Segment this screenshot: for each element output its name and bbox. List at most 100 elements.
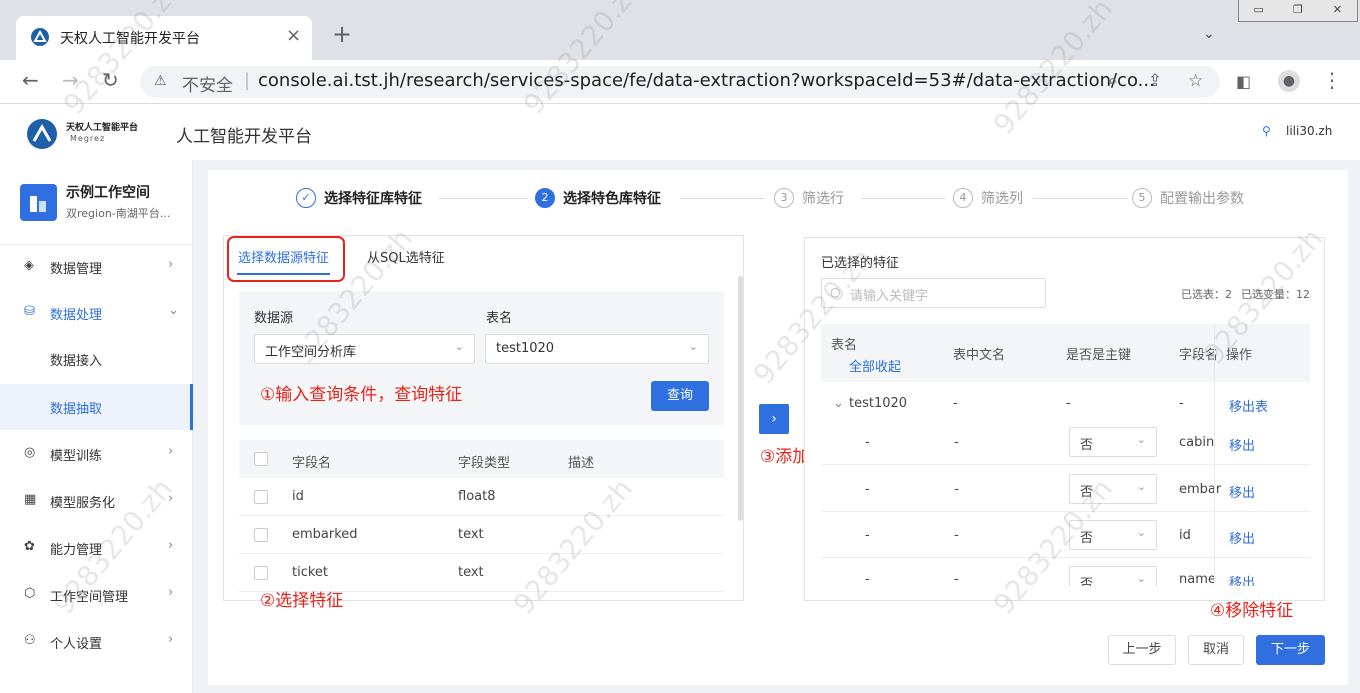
step-label: 选择特色库特征 bbox=[563, 191, 661, 207]
cancel-button[interactable]: 取消 bbox=[1188, 635, 1244, 665]
table-row[interactable]: id float8 bbox=[239, 478, 724, 516]
sidebar-item-data-management[interactable]: ◈ 数据管理 › bbox=[0, 244, 193, 290]
url-omnibox[interactable]: ⚠ 不安全 | console.ai.tst.jh/research/servi… bbox=[140, 66, 1220, 98]
chevron-right-icon: › bbox=[168, 538, 174, 553]
table-pk: - bbox=[1066, 396, 1071, 411]
column-header: 字段名 bbox=[292, 456, 332, 471]
logo-icon bbox=[27, 119, 57, 149]
prev-button[interactable]: 上一步 bbox=[1108, 635, 1176, 665]
datasource-label: 数据源 bbox=[254, 311, 294, 326]
sidebar-item-label: 模型服务化 bbox=[50, 496, 116, 511]
remove-link[interactable]: 移出 bbox=[1229, 528, 1255, 547]
select-all-checkbox[interactable] bbox=[254, 452, 268, 466]
primary-key-select[interactable]: 否 ⌄ bbox=[1069, 566, 1157, 586]
app-header: 天权人工智能平台 Megrez 人工智能开发平台 ⚲ lili30.zh bbox=[0, 104, 1360, 160]
divider: | bbox=[244, 70, 251, 91]
expand-chevron-icon[interactable]: ⌄ bbox=[833, 396, 844, 411]
remove-link[interactable]: 移出 bbox=[1229, 435, 1255, 454]
sidebar-item-data-extraction[interactable]: 数据抽取 bbox=[0, 384, 193, 430]
step-label: 配置输出参数 bbox=[1160, 191, 1244, 207]
tab-search-chevron-icon[interactable]: ⌄ bbox=[1203, 26, 1215, 42]
remove-table-link[interactable]: 移出表 bbox=[1229, 396, 1268, 415]
row-checkbox[interactable] bbox=[254, 566, 268, 580]
sidebar: 示例工作空间 双region-南湖平台... ◈ 数据管理 › ⛁ 数据处理 ⌄… bbox=[0, 160, 193, 693]
sidebar-item-label: 数据接入 bbox=[50, 354, 103, 369]
annotation-select: ②选择特征 bbox=[260, 591, 344, 611]
sidebar-item-workspace-mgmt[interactable]: ⬡ 工作空间管理 › bbox=[0, 572, 193, 618]
reload-icon[interactable]: ↻ bbox=[102, 68, 119, 92]
new-tab-button[interactable]: + bbox=[332, 22, 352, 46]
table-row: - - 否 ⌄ cabin 移出 bbox=[821, 419, 1310, 465]
back-icon[interactable]: ← bbox=[22, 68, 39, 92]
chevron-down-icon: ⌄ bbox=[1136, 526, 1146, 539]
table-row[interactable]: embarked text bbox=[239, 516, 724, 554]
select-value: 工作空间分析库 bbox=[265, 345, 357, 360]
address-bar: ← → ↻ ⚠ 不安全 | console.ai.tst.jh/research… bbox=[0, 60, 1360, 104]
step-number: 4 bbox=[953, 188, 973, 208]
table-field: - bbox=[1179, 396, 1184, 411]
minimize-icon[interactable]: ▭ bbox=[1239, 0, 1278, 21]
sidebar-item-label: 数据管理 bbox=[50, 262, 103, 277]
chevron-down-icon: ⌄ bbox=[1136, 433, 1146, 446]
field-name: id bbox=[292, 489, 304, 504]
column-header: 字段名 bbox=[1179, 348, 1219, 363]
step-line bbox=[1033, 198, 1128, 199]
row-checkbox[interactable] bbox=[254, 528, 268, 542]
annotation-remove: ④移除特征 bbox=[1210, 601, 1294, 621]
search-placeholder: 请输入关键字 bbox=[850, 289, 929, 304]
sidebar-item-personal[interactable]: ⚇ 个人设置 › bbox=[0, 619, 193, 665]
table-select[interactable]: test1020 ⌄ bbox=[485, 334, 709, 364]
star-icon[interactable]: ☆ bbox=[1188, 71, 1203, 91]
close-window-icon[interactable]: ✕ bbox=[1318, 0, 1357, 21]
select-value: test1020 bbox=[496, 341, 555, 356]
add-button[interactable]: › bbox=[759, 404, 789, 434]
column-header: 是否是主键 bbox=[1066, 348, 1132, 363]
table-label: 表名 bbox=[486, 311, 513, 326]
chevron-down-icon: ⌄ bbox=[1136, 480, 1146, 493]
sidebar-item-model-serving[interactable]: ▦ 模型服务化 › bbox=[0, 478, 193, 524]
collapse-all-link[interactable]: 全部收起 bbox=[849, 356, 901, 375]
row-checkbox[interactable] bbox=[254, 490, 268, 504]
remove-link[interactable]: 移出 bbox=[1229, 572, 1255, 586]
primary-key-select[interactable]: 否 ⌄ bbox=[1069, 474, 1157, 504]
field-name: cabin bbox=[1179, 435, 1215, 450]
browser-tab[interactable]: 天权人工智能开发平台 × bbox=[16, 16, 312, 60]
primary-key-select[interactable]: 否 ⌄ bbox=[1069, 520, 1157, 550]
favicon-icon bbox=[31, 28, 49, 46]
sidebar-item-data-ingest[interactable]: 数据接入 bbox=[0, 336, 193, 382]
profile-icon[interactable]: ● bbox=[1278, 70, 1300, 92]
next-button[interactable]: 下一步 bbox=[1256, 635, 1325, 665]
url-text[interactable]: console.ai.tst.jh/research/services-spac… bbox=[258, 70, 1155, 91]
scrollbar[interactable] bbox=[738, 276, 743, 521]
workspace-icon bbox=[20, 184, 57, 221]
menu-icon[interactable]: ⋮ bbox=[1322, 68, 1342, 92]
datasource-select[interactable]: 工作空间分析库 ⌄ bbox=[254, 334, 475, 364]
primary-key-select[interactable]: 否 ⌄ bbox=[1069, 427, 1157, 457]
field-name: ticket bbox=[292, 565, 329, 580]
zoom-icon[interactable]: ⌕ bbox=[1108, 71, 1118, 91]
sidebar-item-model-training[interactable]: ◎ 模型训练 › bbox=[0, 431, 193, 477]
workspace-name[interactable]: 示例工作空间 bbox=[66, 182, 150, 202]
sidebar-item-label: 工作空间管理 bbox=[50, 590, 129, 605]
column-header: 表中文名 bbox=[953, 348, 1006, 363]
step-label: 选择特征库特征 bbox=[324, 191, 422, 207]
sidebar-item-capability[interactable]: ✿ 能力管理 › bbox=[0, 525, 193, 571]
remove-link[interactable]: 移出 bbox=[1229, 482, 1255, 501]
sidebar-item-label: 能力管理 bbox=[50, 543, 103, 558]
user-name[interactable]: lili30.zh bbox=[1286, 124, 1332, 138]
step-number: 3 bbox=[774, 188, 794, 208]
restore-icon[interactable]: ❐ bbox=[1278, 0, 1317, 21]
forward-icon[interactable]: → bbox=[62, 68, 79, 92]
chevron-down-icon: ⌄ bbox=[1136, 572, 1146, 585]
query-button[interactable]: 查询 bbox=[651, 381, 709, 411]
tab-sql-features[interactable]: 从SQL选特征 bbox=[367, 247, 445, 266]
step-2: 2 选择特色库特征 bbox=[535, 188, 661, 208]
sidebar-item-data-processing[interactable]: ⛁ 数据处理 ⌄ bbox=[0, 290, 193, 336]
keyword-search[interactable]: ○ 请输入关键字 bbox=[821, 278, 1046, 308]
share-icon[interactable]: ⇪ bbox=[1148, 71, 1162, 91]
tab-close-icon[interactable]: × bbox=[286, 25, 301, 46]
field-table-header: 字段名 字段类型 描述 bbox=[239, 440, 724, 478]
sidepanel-icon[interactable]: ◧ bbox=[1236, 70, 1251, 94]
window-controls: ▭ ❐ ✕ bbox=[1238, 0, 1358, 22]
cell: - bbox=[865, 435, 870, 450]
